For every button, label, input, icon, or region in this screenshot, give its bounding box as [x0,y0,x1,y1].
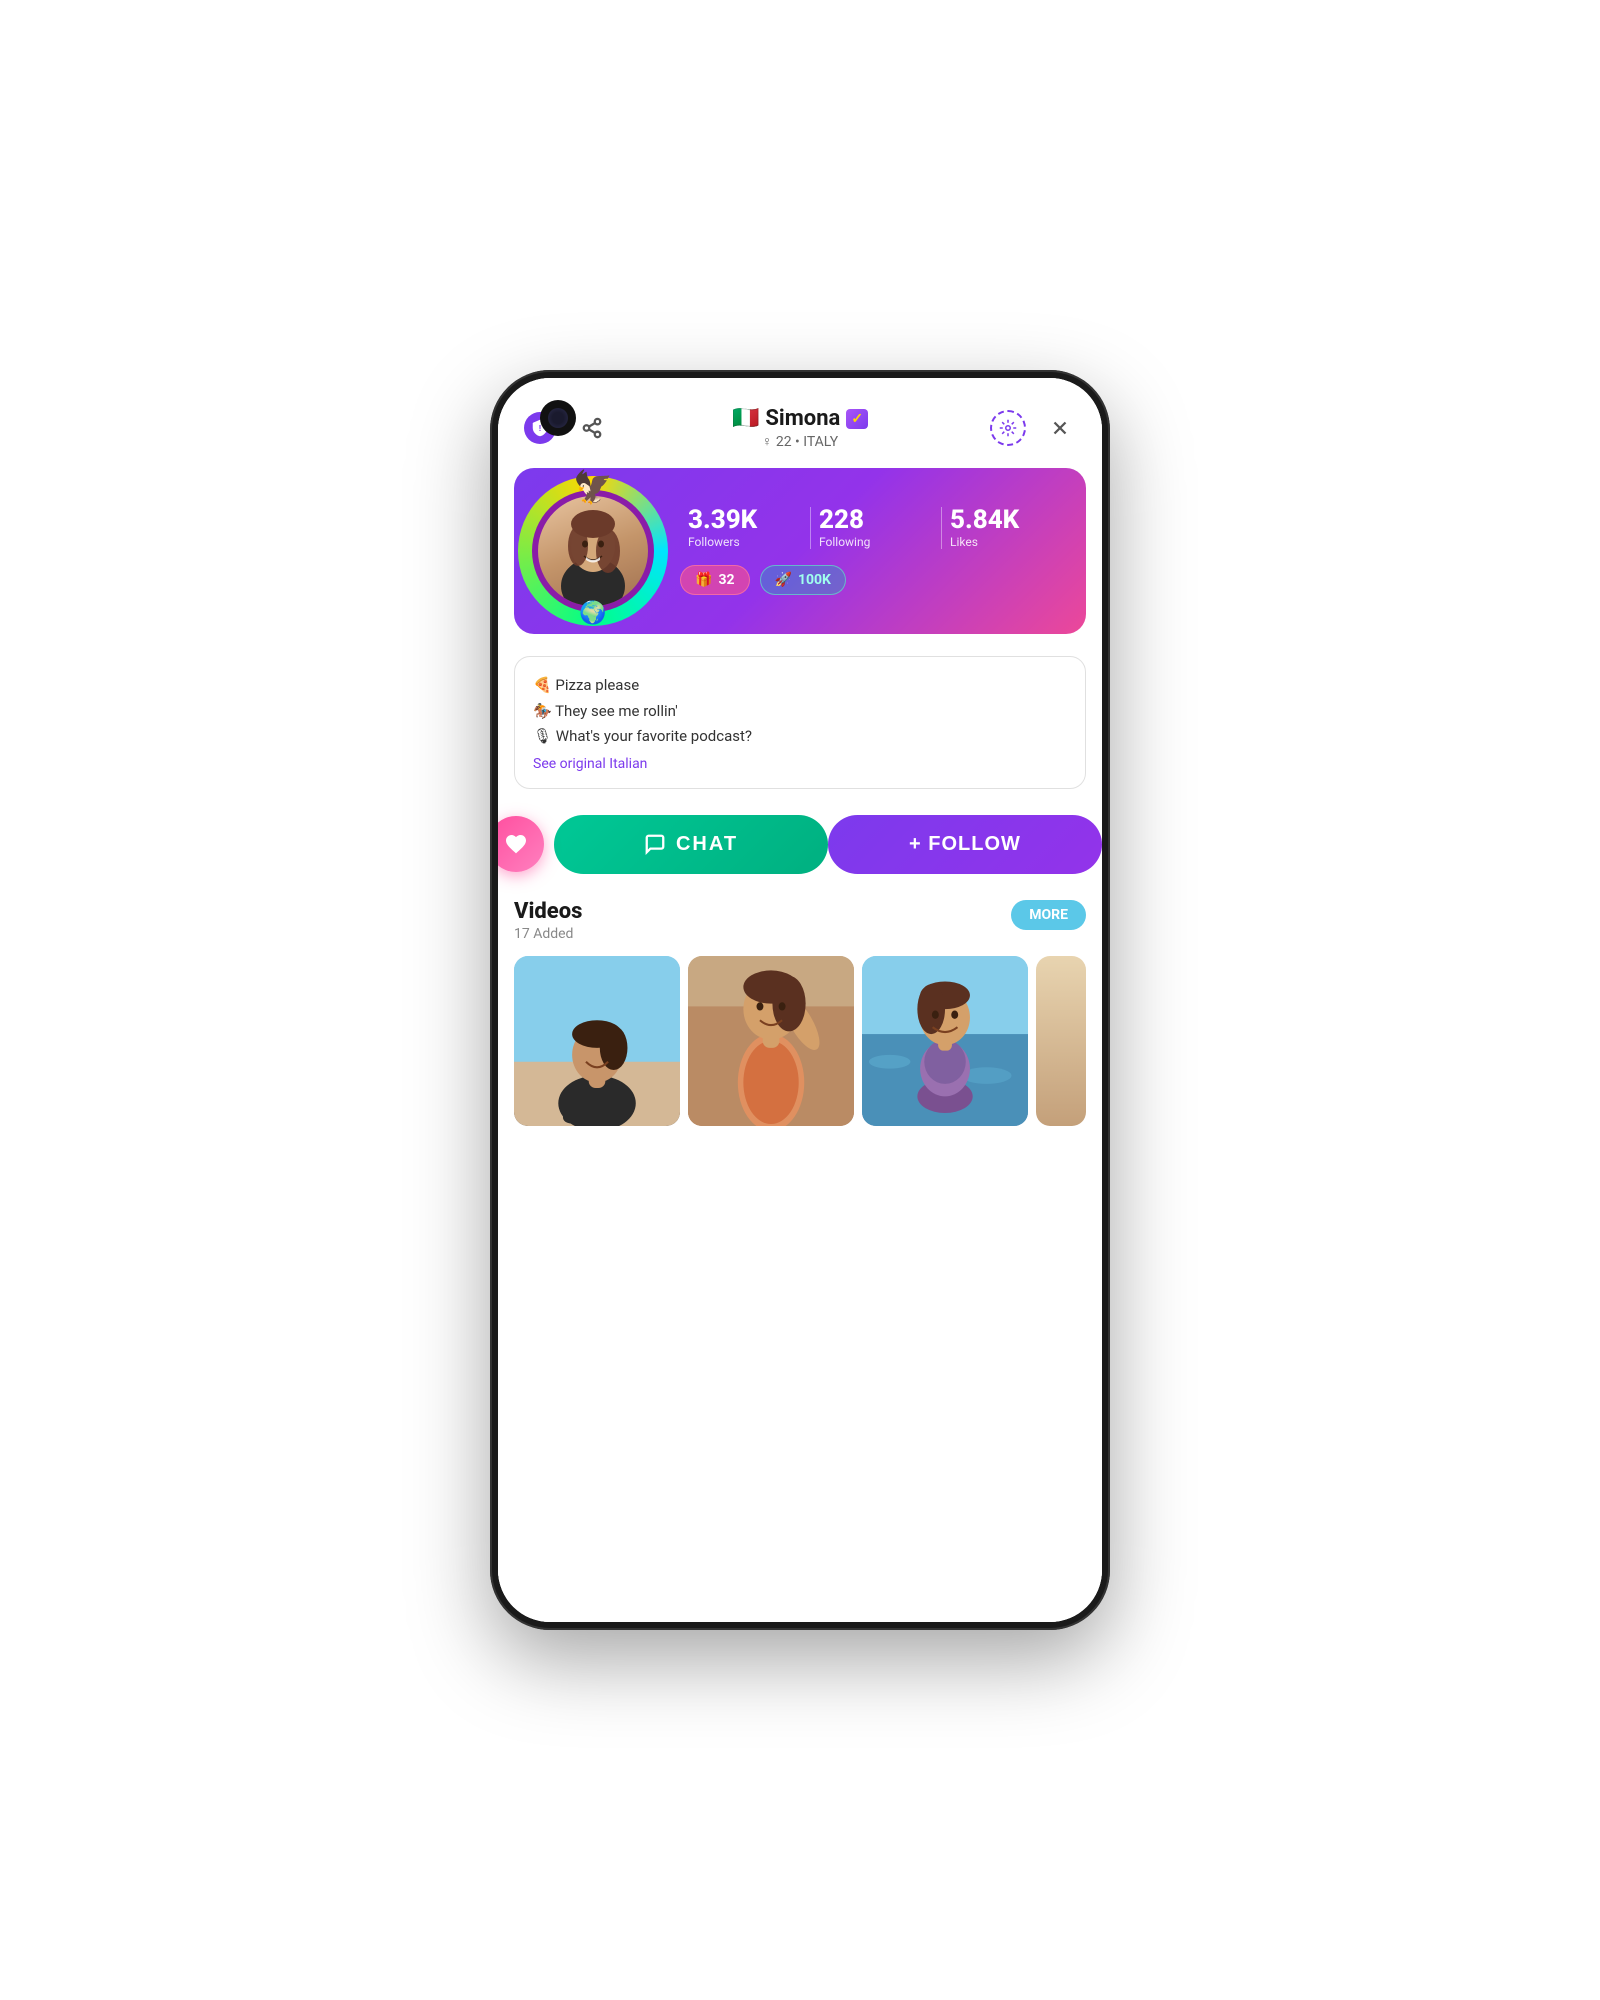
score-value: 100K [798,572,831,588]
rocket-icon: 🚀 [775,572,792,588]
stats-banner: 🦅 [514,468,1086,634]
followers-label: Followers [688,535,810,549]
chat-button-label: CHAT [676,833,738,856]
videos-header: Videos 17 Added MORE [514,900,1086,942]
gift-icon: 🎁 [695,572,712,588]
see-original-link[interactable]: See original Italian [533,756,1067,772]
following-label: Following [819,535,941,549]
following-value: 228 [819,507,941,533]
stats-right: 3.39K Followers 228 Following 5.84K Like… [680,507,1072,595]
bio-line-2: 🏇 They see me rollin' [533,699,1067,725]
gifts-count: 32 [718,572,734,588]
avatar-frame: 🦅 [528,486,658,616]
avatar-photo [538,496,648,606]
stats-row: 3.39K Followers 228 Following 5.84K Like… [680,507,1072,549]
follow-button[interactable]: + FOLLOW [828,815,1102,874]
videos-title-area: Videos 17 Added [514,900,582,942]
bio-text-3: 🎙 What's your favorite podcast? [533,724,752,750]
phone-screen: ! [498,378,1102,1622]
chat-button[interactable]: CHAT [554,815,828,874]
close-button[interactable] [1042,410,1078,446]
videos-grid [514,956,1086,1126]
user-subtitle: ♀ 22 • ITALY [610,433,990,450]
bio-line-3: 🎙 What's your favorite podcast? [533,724,1067,750]
header-right-actions [990,410,1078,446]
profile-header: ! [498,378,1102,460]
more-videos-button[interactable]: MORE [1011,900,1086,930]
video-thumbnail-4[interactable] [1036,956,1086,1126]
bio-text-2: 🏇 They see me rollin' [533,699,678,725]
videos-section: Videos 17 Added MORE [498,886,1102,1623]
likes-value: 5.84K [950,507,1072,533]
username: Simona [765,406,840,431]
gender-age-country: ♀ 22 • ITALY [762,433,838,450]
videos-title: Videos [514,900,582,924]
likes-label: Likes [950,535,1072,549]
likes-stat: 5.84K Likes [941,507,1072,549]
following-stat: 228 Following [810,507,941,549]
followers-value: 3.39K [688,507,810,533]
camera-lens [548,408,568,428]
wing-decoration: 🦅 [573,468,613,506]
flag-icon: 🇮🇹 [732,406,759,431]
settings-button[interactable] [990,410,1026,446]
videos-subtitle: 17 Added [514,926,582,942]
bio-text-1: 🍕 Pizza please [533,673,639,699]
video-thumbnail-2[interactable] [688,956,854,1126]
action-buttons-row: CHAT + FOLLOW [498,803,1102,886]
score-badge[interactable]: 🚀 100K [760,565,846,595]
followers-stat: 3.39K Followers [680,507,810,549]
bio-box: 🍕 Pizza please 🏇 They see me rollin' 🎙 W… [514,656,1086,789]
screen-content: ! [498,378,1102,1622]
video-thumbnail-3[interactable] [862,956,1028,1126]
video-thumbnail-1[interactable] [514,956,680,1126]
user-name-row: 🇮🇹 Simona ✓ [610,406,990,431]
gifts-badge[interactable]: 🎁 32 [680,565,750,595]
camera-cutout [540,400,576,436]
bottom-decoration: 🌍 [579,601,606,626]
profile-title: 🇮🇹 Simona ✓ ♀ 22 • ITALY [610,406,990,450]
like-button[interactable] [498,816,544,872]
bio-line-1: 🍕 Pizza please [533,673,1067,699]
gear-icon [990,410,1026,446]
verified-icon: ✓ [846,409,868,429]
phone-frame: ! [490,370,1110,1630]
share-button[interactable] [574,410,610,446]
follow-button-label: + FOLLOW [909,833,1021,856]
badges-row: 🎁 32 🚀 100K [680,565,1072,595]
